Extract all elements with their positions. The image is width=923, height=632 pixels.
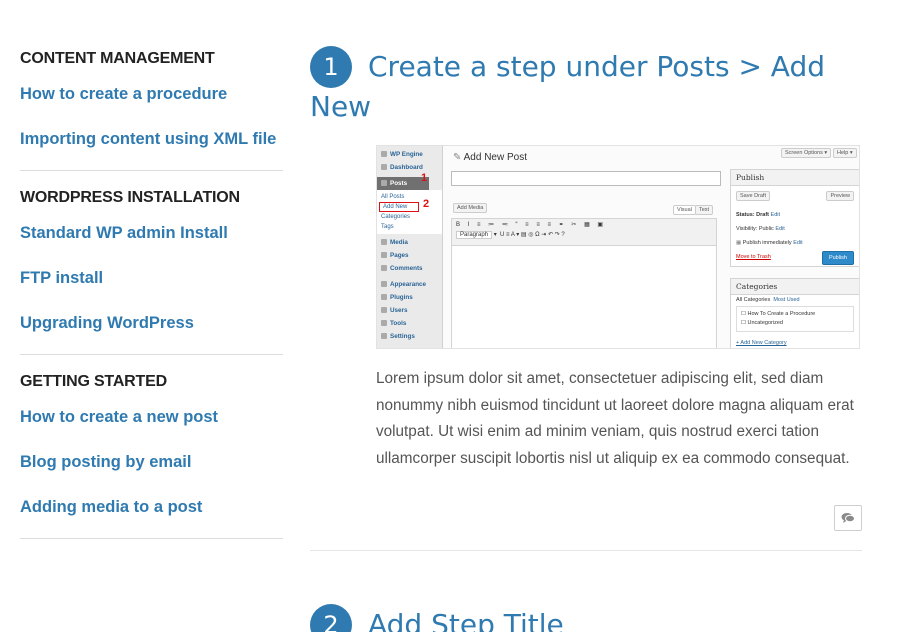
appearance-icon	[381, 281, 387, 288]
wp-menu-item: Settings	[377, 330, 442, 343]
comment-button[interactable]	[834, 505, 862, 531]
publish-meta: Status: Draft Edit Visibility: Public Ed…	[736, 212, 803, 246]
wp-menu-item: Users	[377, 304, 442, 317]
posts-icon	[381, 180, 387, 187]
save-draft-button: Save Draft	[736, 191, 770, 201]
step-1-screenshot: WP Engine Dashboard Posts All Posts Add …	[376, 145, 860, 349]
step-number-badge: 2	[310, 604, 352, 632]
wp-menu-item: Comments	[377, 262, 442, 275]
wp-editor-area: ✎ Add New Post Screen Options ▾ Help ▾ A…	[443, 146, 859, 348]
wp-menu-item: Tools	[377, 317, 442, 330]
sidebar-link-upgrading[interactable]: Upgrading WordPress	[20, 313, 283, 334]
text-tab: Text	[695, 205, 714, 215]
plugins-icon	[381, 294, 387, 301]
pages-icon	[381, 252, 387, 259]
toolbar-row-2: Paragraph ▾ U ≡ A ▾ ▤ ◎ Ω ⇥ ↶ ↷ ?	[452, 230, 716, 239]
wp-menu-item: WP Engine	[377, 148, 442, 161]
wp-menu-item: Appearance	[377, 278, 442, 291]
pushpin-icon: ✎	[453, 152, 462, 163]
categories-box-heading: Categories	[731, 279, 859, 295]
wp-menu-item: Plugins	[377, 291, 442, 304]
users-icon	[381, 307, 387, 314]
media-icon	[381, 239, 387, 246]
sidebar-heading: WORDPRESS INSTALLATION	[20, 189, 240, 206]
main-content: 1 Create a step under Posts > Add New WP …	[310, 46, 862, 632]
sidebar-link-create-procedure[interactable]: How to create a procedure	[20, 84, 283, 105]
sidebar-link-posting-by-email[interactable]: Blog posting by email	[20, 452, 283, 473]
comment-icon	[841, 513, 855, 523]
wp-menu-item: Pages	[377, 249, 442, 262]
marker-1: 1	[421, 172, 428, 184]
wp-menu-item: Media	[377, 236, 442, 249]
wp-title-input	[451, 171, 721, 186]
sidebar-heading: GETTING STARTED	[20, 373, 167, 390]
sidebar-link-ftp-install[interactable]: FTP install	[20, 268, 283, 289]
wp-admin-menu: WP Engine Dashboard Posts All Posts Add …	[377, 146, 443, 348]
step-number-badge: 1	[310, 46, 352, 88]
sidebar-section-getting-started: GETTING STARTED How to create a new post…	[20, 373, 283, 539]
sidebar-section-content-management: CONTENT MANAGEMENT How to create a proce…	[20, 50, 283, 171]
editor-body	[451, 246, 717, 348]
step-1-title-text: Create a step under Posts > Add New	[310, 50, 826, 123]
wp-submenu-item: Tags	[377, 222, 442, 232]
visual-tab: Visual	[673, 205, 696, 215]
help-button: Help ▾	[833, 148, 857, 158]
wp-page-title: ✎ Add New Post	[453, 152, 527, 163]
sidebar-link-importing-xml[interactable]: Importing content using XML file	[20, 129, 283, 150]
step-2-title: 2 Add Step Title	[310, 604, 862, 632]
wp-submenu-item: Categories	[377, 212, 442, 222]
screen-options-button: Screen Options ▾	[781, 148, 832, 158]
move-to-trash-link: Move to Trash	[736, 254, 771, 260]
step-1-title: 1 Create a step under Posts > Add New	[310, 46, 862, 126]
calendar-icon: ▦	[736, 240, 742, 246]
wp-engine-icon	[381, 151, 387, 158]
preview-button: Preview	[826, 191, 854, 201]
marker-2: 2	[423, 198, 430, 210]
category-list: ☐ How To Create a Procedure ☐ Uncategori…	[736, 306, 854, 332]
sidebar-link-new-post[interactable]: How to create a new post	[20, 407, 283, 428]
comments-icon	[381, 265, 387, 272]
sidebar-link-adding-media[interactable]: Adding media to a post	[20, 497, 283, 518]
add-new-category-link: + Add New Category	[736, 340, 787, 346]
sidebar-section-wordpress-installation: WORDPRESS INSTALLATION Standard WP admin…	[20, 189, 283, 355]
wp-posts-submenu: All Posts Add New Categories Tags	[377, 190, 442, 234]
wp-submenu-item-add-new: Add New	[379, 202, 419, 212]
sidebar: CONTENT MANAGEMENT How to create a proce…	[20, 50, 283, 557]
settings-icon	[381, 333, 387, 340]
publish-box-heading: Publish	[731, 170, 859, 186]
categories-box: Categories All Categories Most Used ☐ Ho…	[730, 278, 859, 348]
toolbar-icons: B I ≡ ≔ ≕ “ ≡ ≡ ≡ ⚭ ✂ ▦ ▣	[456, 222, 607, 228]
tools-icon	[381, 320, 387, 327]
sidebar-link-standard-install[interactable]: Standard WP admin Install	[20, 223, 283, 244]
add-media-button: Add Media	[453, 203, 488, 213]
dashboard-icon	[381, 164, 387, 171]
wp-submenu-item: All Posts	[377, 192, 442, 202]
publish-box: Publish Save Draft Preview Status: Draft…	[730, 169, 859, 267]
step-1-body: Lorem ipsum dolor sit amet, consectetuer…	[376, 370, 854, 467]
sidebar-heading: CONTENT MANAGEMENT	[20, 50, 215, 67]
wp-menu-item: Dashboard	[377, 161, 442, 174]
editor-toolbar: B I ≡ ≔ ≕ “ ≡ ≡ ≡ ⚭ ✂ ▦ ▣ Paragraph ▾ U …	[451, 218, 717, 246]
category-tabs: All Categories Most Used	[736, 297, 800, 303]
publish-button: Publish	[821, 251, 854, 265]
step-divider	[310, 550, 862, 551]
step-2-title-text: Add Step Title	[368, 608, 564, 632]
